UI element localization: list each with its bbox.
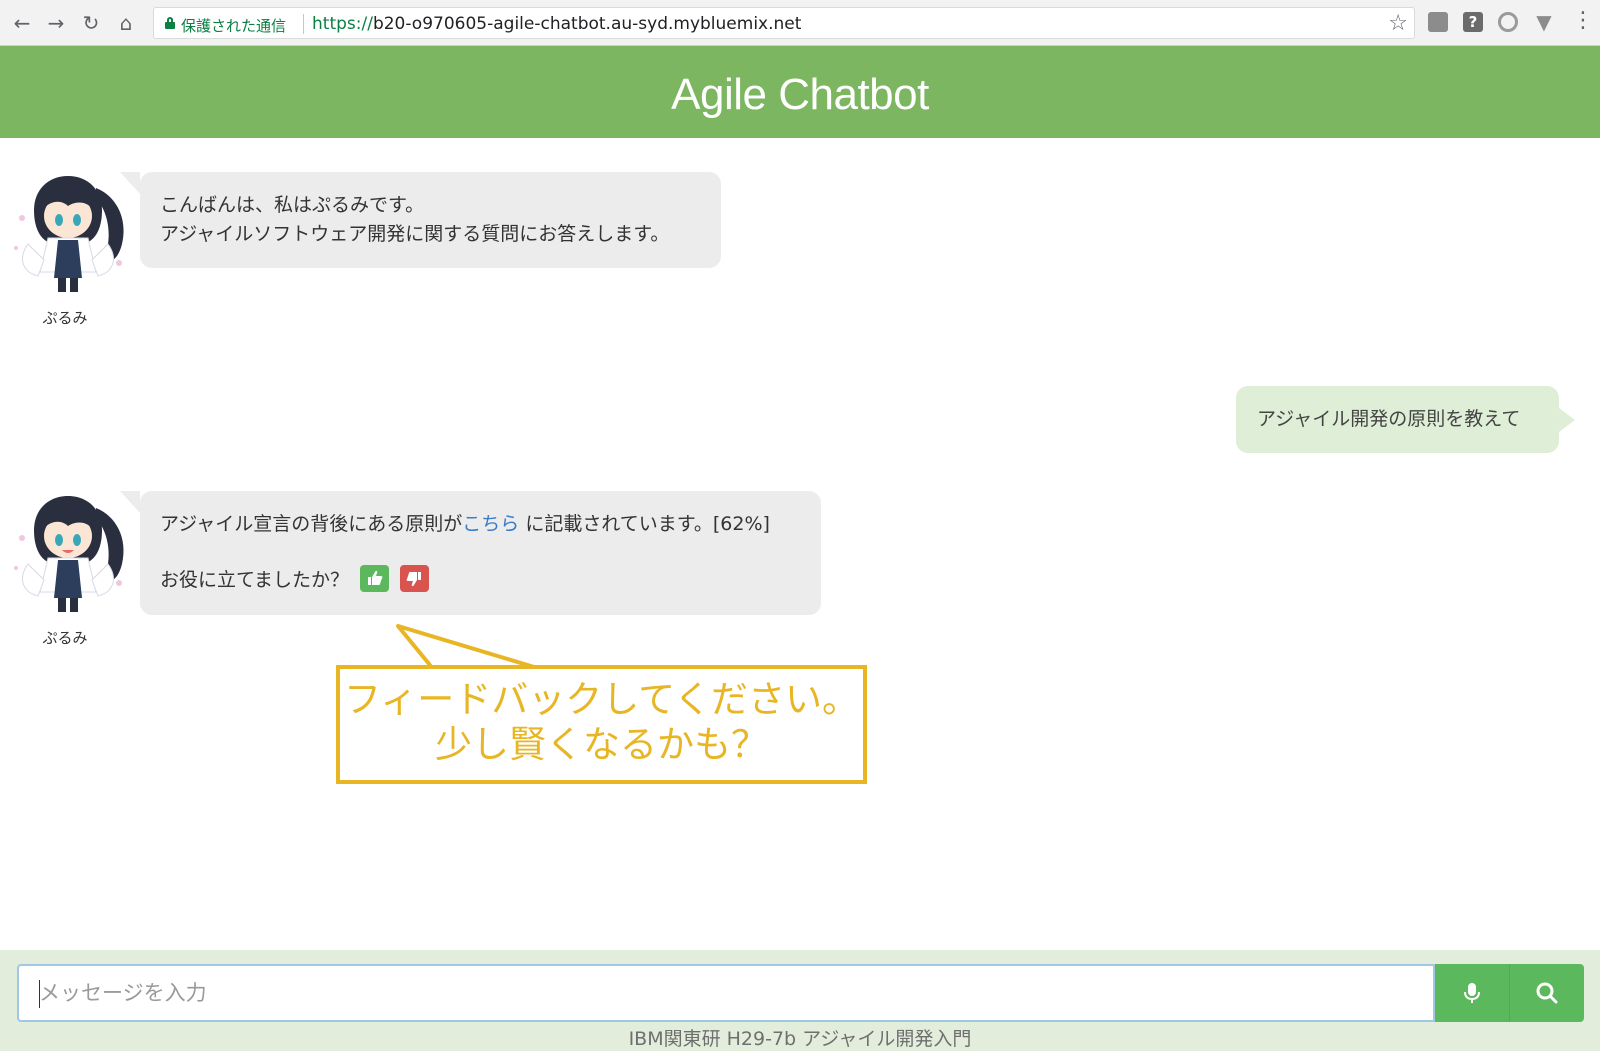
url-scheme: https://: [312, 14, 373, 34]
thumbs-down-button[interactable]: [400, 565, 430, 592]
browser-menu-icon[interactable]: ⋮: [1572, 10, 1594, 32]
feedback-row: お役に立てましたか？: [160, 565, 801, 594]
message-line: アジャイル宣言の背後にある原則がこちら に記載されています。[62%]: [160, 510, 801, 538]
bot-name: ぷるみ: [42, 629, 88, 647]
message-text: アジャイル宣言の背後にある原則が: [160, 513, 463, 535]
chat-area: ぷるみ こんばんは、私はぷるみです。 アジャイルソフトウェア開発に関する質問にお…: [0, 138, 1600, 950]
forward-icon[interactable]: →: [44, 11, 68, 35]
bot-message: アジャイル宣言の背後にある原則がこちら に記載されています。[62%] お役に立…: [120, 491, 821, 615]
bot-avatar: [4, 488, 132, 618]
callout-line: フィードバックしてください。: [343, 678, 860, 721]
circle-extension-icon[interactable]: [1498, 12, 1518, 32]
app-header: Agile Chatbot: [0, 46, 1600, 138]
message-input[interactable]: [19, 966, 1433, 1020]
search-icon: [1536, 982, 1558, 1004]
url-text[interactable]: https://b20-o970605-agile-chatbot.au-syd…: [312, 14, 801, 34]
message-input-wrapper: [17, 964, 1435, 1022]
bot-message: こんばんは、私はぷるみです。 アジャイルソフトウェア開発に関する質問にお答えしま…: [120, 172, 721, 268]
help-extension-icon[interactable]: ?: [1463, 12, 1483, 32]
secure-label: 保護された通信: [181, 17, 287, 35]
bot-avatar-illustration: [14, 176, 124, 292]
user-message: アジャイル開発の原則を教えて: [1236, 386, 1575, 453]
url-host: b20-o970605-agile-chatbot.au-syd.mybluem…: [372, 14, 802, 34]
message-text: に記載されています。[62%]: [519, 513, 770, 535]
home-icon[interactable]: ⌂: [114, 11, 138, 35]
extension-icon[interactable]: [1428, 12, 1448, 32]
bot-avatar-illustration: [14, 496, 124, 612]
browser-toolbar: ← → ↻ ⌂ 保護された通信 https://b20-o970605-agil…: [0, 0, 1600, 46]
callout-line: 少し賢くなるかも？: [435, 723, 768, 766]
thumbs-down-icon: [406, 572, 422, 587]
footer-text: IBM関東研 H29-7b アジャイル開発入門: [628, 1028, 972, 1050]
thumbs-up-button[interactable]: [360, 565, 390, 592]
vue-extension-icon[interactable]: ▼: [1534, 12, 1554, 32]
reload-icon[interactable]: ↻: [79, 11, 103, 35]
callout-text: フィードバックしてください。 少し賢くなるかも？: [340, 677, 863, 767]
message-line: アジャイルソフトウェア開発に関する質問にお答えします。: [160, 223, 670, 245]
user-message-text: アジャイル開発の原則を教えて: [1257, 408, 1521, 430]
text-caret: [39, 980, 40, 1008]
bot-avatar: [4, 168, 132, 298]
thumbs-up-icon: [368, 570, 383, 585]
address-divider: [303, 14, 304, 34]
bookmark-star-icon[interactable]: ☆: [1388, 11, 1408, 36]
principles-link[interactable]: こちら: [462, 513, 519, 535]
app-title: Agile Chatbot: [671, 70, 929, 119]
back-icon[interactable]: ←: [10, 11, 34, 35]
search-button[interactable]: [1509, 964, 1584, 1022]
feedback-callout: フィードバックしてください。 少し賢くなるかも？: [336, 665, 867, 784]
chat-footer: IBM関東研 H29-7b アジャイル開発入門: [0, 950, 1600, 1051]
mic-button[interactable]: [1435, 964, 1509, 1022]
microphone-icon: [1464, 983, 1480, 1003]
lock-icon: [165, 17, 175, 29]
feedback-question: お役に立てましたか？: [160, 569, 350, 591]
address-bar[interactable]: 保護された通信 https://b20-o970605-agile-chatbo…: [153, 7, 1415, 39]
message-line: こんばんは、私はぷるみです。: [160, 194, 425, 216]
bot-name: ぷるみ: [42, 309, 88, 327]
